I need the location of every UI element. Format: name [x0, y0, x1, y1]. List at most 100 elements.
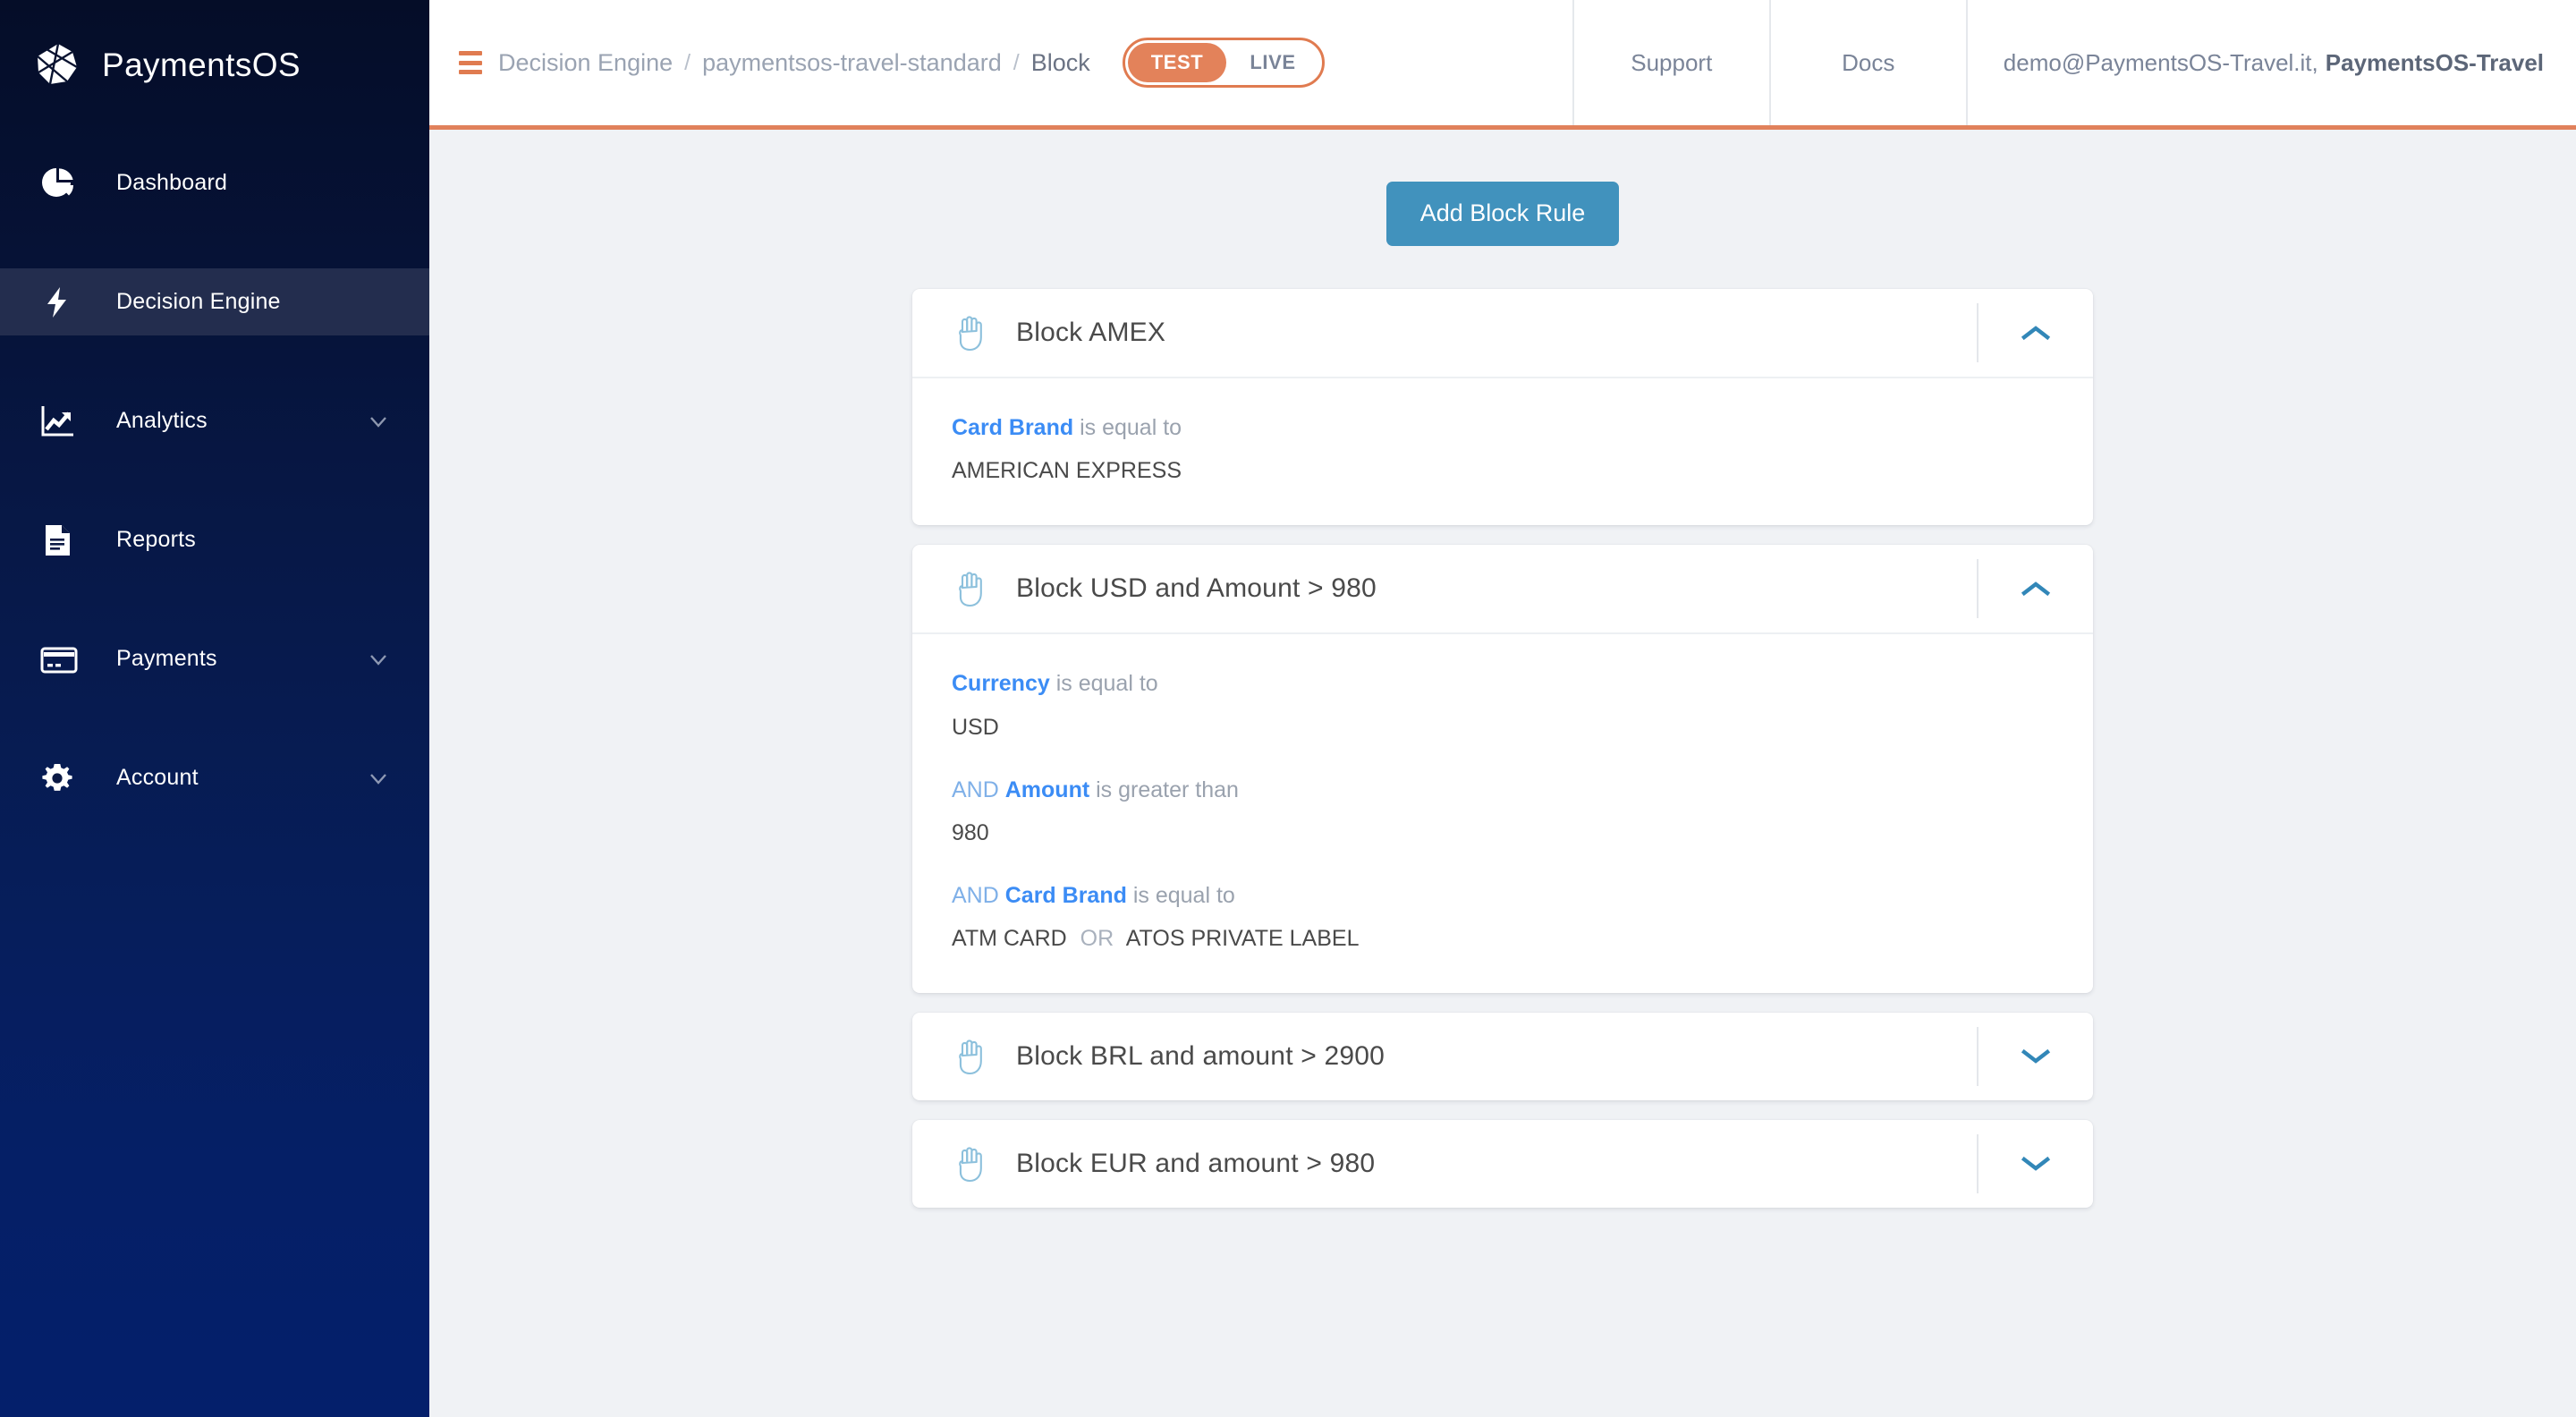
pie-chart-icon	[39, 165, 80, 201]
breadcrumb-separator: /	[1013, 49, 1020, 75]
open-hand-block-icon	[952, 312, 987, 353]
condition-value: USD	[952, 714, 999, 740]
credit-card-icon	[39, 641, 80, 677]
environment-toggle[interactable]: TEST LIVE	[1122, 38, 1325, 88]
chevron-down-icon[interactable]	[367, 648, 390, 671]
open-hand-block-icon	[952, 1143, 987, 1184]
sidebar-item-label: Dashboard	[116, 170, 228, 195]
sidebar-item-payments[interactable]: Payments	[0, 625, 429, 692]
condition-field: Currency	[952, 671, 1050, 697]
condition-field: Card Brand	[1004, 882, 1127, 908]
document-icon	[39, 522, 80, 558]
content-area: Add Block Rule Block AMEX Card Brand is …	[429, 130, 2576, 1417]
rule-title: Block USD and Amount > 980	[1016, 573, 1377, 604]
rule-collapse-toggle[interactable]	[1977, 559, 2093, 619]
condition-operator: is equal to	[1080, 415, 1182, 440]
rule-card: Block USD and Amount > 980 Currency is e…	[912, 545, 2093, 993]
chevron-up-icon	[2021, 324, 2051, 342]
brand-logo[interactable]: PaymentsOS	[0, 0, 429, 130]
line-chart-icon	[39, 403, 80, 440]
topbar: Decision Engine / paymentsos-travel-stan…	[429, 0, 2576, 130]
add-block-rule-button[interactable]: Add Block Rule	[1385, 182, 1620, 246]
chevron-up-icon	[2021, 580, 2051, 598]
rule-card: Block AMEX Card Brand is equal to AMERIC…	[912, 289, 2093, 526]
condition-values: 980	[952, 820, 2054, 846]
env-toggle-live[interactable]: LIVE	[1226, 43, 1318, 82]
rule-condition: AND Amount is greater than 980	[952, 776, 2054, 846]
rule-title: Block AMEX	[1016, 318, 1166, 347]
sidebar-item-label: Decision Engine	[116, 289, 281, 314]
rule-condition: Currency is equal to USD	[952, 670, 2054, 740]
rule-collapse-toggle[interactable]	[1977, 303, 2093, 362]
main-area: Decision Engine / paymentsos-travel-stan…	[429, 0, 2576, 1417]
condition-value-separator: OR	[1080, 926, 1114, 951]
sidebar-item-decision-engine[interactable]: Decision Engine	[0, 268, 429, 335]
sidebar-item-label: Account	[116, 765, 199, 790]
support-link[interactable]: Support	[1572, 0, 1769, 125]
rule-card-header[interactable]: Block EUR and amount > 980	[912, 1120, 2093, 1208]
rule-title: Block BRL and amount > 2900	[1016, 1041, 1385, 1071]
sidebar-item-account[interactable]: Account	[0, 744, 429, 811]
open-hand-block-icon	[952, 1036, 987, 1077]
user-account-menu[interactable]: demo@PaymentsOS-Travel.it, PaymentsOS-Tr…	[1965, 0, 2576, 125]
sidebar-item-analytics[interactable]: Analytics	[0, 387, 429, 454]
chevron-down-icon	[2021, 1048, 2051, 1065]
sidebar-item-label: Payments	[116, 646, 217, 671]
breadcrumb-item-decision-engine[interactable]: Decision Engine	[498, 49, 673, 77]
sidebar: PaymentsOS Dashboard Decision Engine Ana…	[0, 0, 429, 1417]
app-root: PaymentsOS Dashboard Decision Engine Ana…	[0, 0, 2576, 1417]
rule-collapse-toggle[interactable]	[1977, 1027, 2093, 1086]
condition-operator: is equal to	[1132, 882, 1235, 908]
rule-card-body: Currency is equal to USD AND Amount is g…	[912, 632, 2093, 993]
paymentsos-polygon-logo-icon	[34, 41, 82, 89]
sidebar-item-label: Reports	[116, 527, 196, 552]
docs-link[interactable]: Docs	[1768, 0, 1966, 125]
condition-values: USD	[952, 715, 2054, 741]
condition-value: ATM CARD	[952, 926, 1067, 951]
rule-title: Block EUR and amount > 980	[1016, 1149, 1376, 1178]
condition-connector: AND	[952, 776, 999, 802]
sidebar-nav: Dashboard Decision Engine Analytics Repo…	[0, 149, 429, 811]
breadcrumb: Decision Engine / paymentsos-travel-stan…	[429, 0, 1572, 125]
condition-value: AMERICAN EXPRESS	[952, 458, 1182, 484]
rules-list: Block AMEX Card Brand is equal to AMERIC…	[912, 289, 2093, 1208]
chevron-down-icon[interactable]	[367, 767, 390, 790]
sidebar-item-dashboard[interactable]: Dashboard	[0, 149, 429, 216]
rule-card-header[interactable]: Block AMEX	[912, 289, 2093, 377]
rule-card-body: Card Brand is equal to AMERICAN EXPRESS	[912, 377, 2093, 525]
env-toggle-test[interactable]: TEST	[1127, 43, 1227, 82]
rule-condition-header: Card Brand is equal to	[952, 414, 2054, 442]
rule-card-header[interactable]: Block BRL and amount > 2900	[912, 1013, 2093, 1100]
condition-connector: AND	[952, 882, 999, 908]
user-org: PaymentsOS-Travel	[2325, 48, 2544, 76]
hamburger-menu-icon[interactable]	[459, 51, 482, 74]
rule-card-header[interactable]: Block USD and Amount > 980	[912, 545, 2093, 632]
rule-condition-header: AND Amount is greater than	[952, 776, 2054, 804]
condition-operator: is equal to	[1055, 671, 1158, 697]
add-rule-row: Add Block Rule	[429, 182, 2576, 246]
sidebar-item-label: Analytics	[116, 408, 208, 433]
brand-name: PaymentsOS	[102, 46, 301, 83]
condition-value: 980	[952, 819, 989, 845]
condition-operator: is greater than	[1096, 776, 1239, 802]
gear-icon	[39, 760, 80, 796]
breadcrumb-item-policy[interactable]: paymentsos-travel-standard	[702, 49, 1002, 77]
user-email: demo@PaymentsOS-Travel.it,	[2003, 48, 2318, 76]
rule-card: Block BRL and amount > 2900	[912, 1013, 2093, 1100]
lightning-bolt-icon	[39, 284, 80, 320]
condition-value: ATOS PRIVATE LABEL	[1125, 926, 1360, 951]
chevron-down-icon[interactable]	[367, 410, 390, 433]
sidebar-item-reports[interactable]: Reports	[0, 506, 429, 573]
breadcrumb-item-block[interactable]: Block	[1031, 49, 1090, 77]
condition-field: Card Brand	[952, 415, 1074, 440]
condition-values: AMERICAN EXPRESS	[952, 458, 2054, 484]
chevron-down-icon	[2021, 1155, 2051, 1173]
rule-collapse-toggle[interactable]	[1977, 1134, 2093, 1193]
breadcrumb-separator: /	[684, 49, 691, 75]
rule-condition-header: Currency is equal to	[952, 670, 2054, 698]
